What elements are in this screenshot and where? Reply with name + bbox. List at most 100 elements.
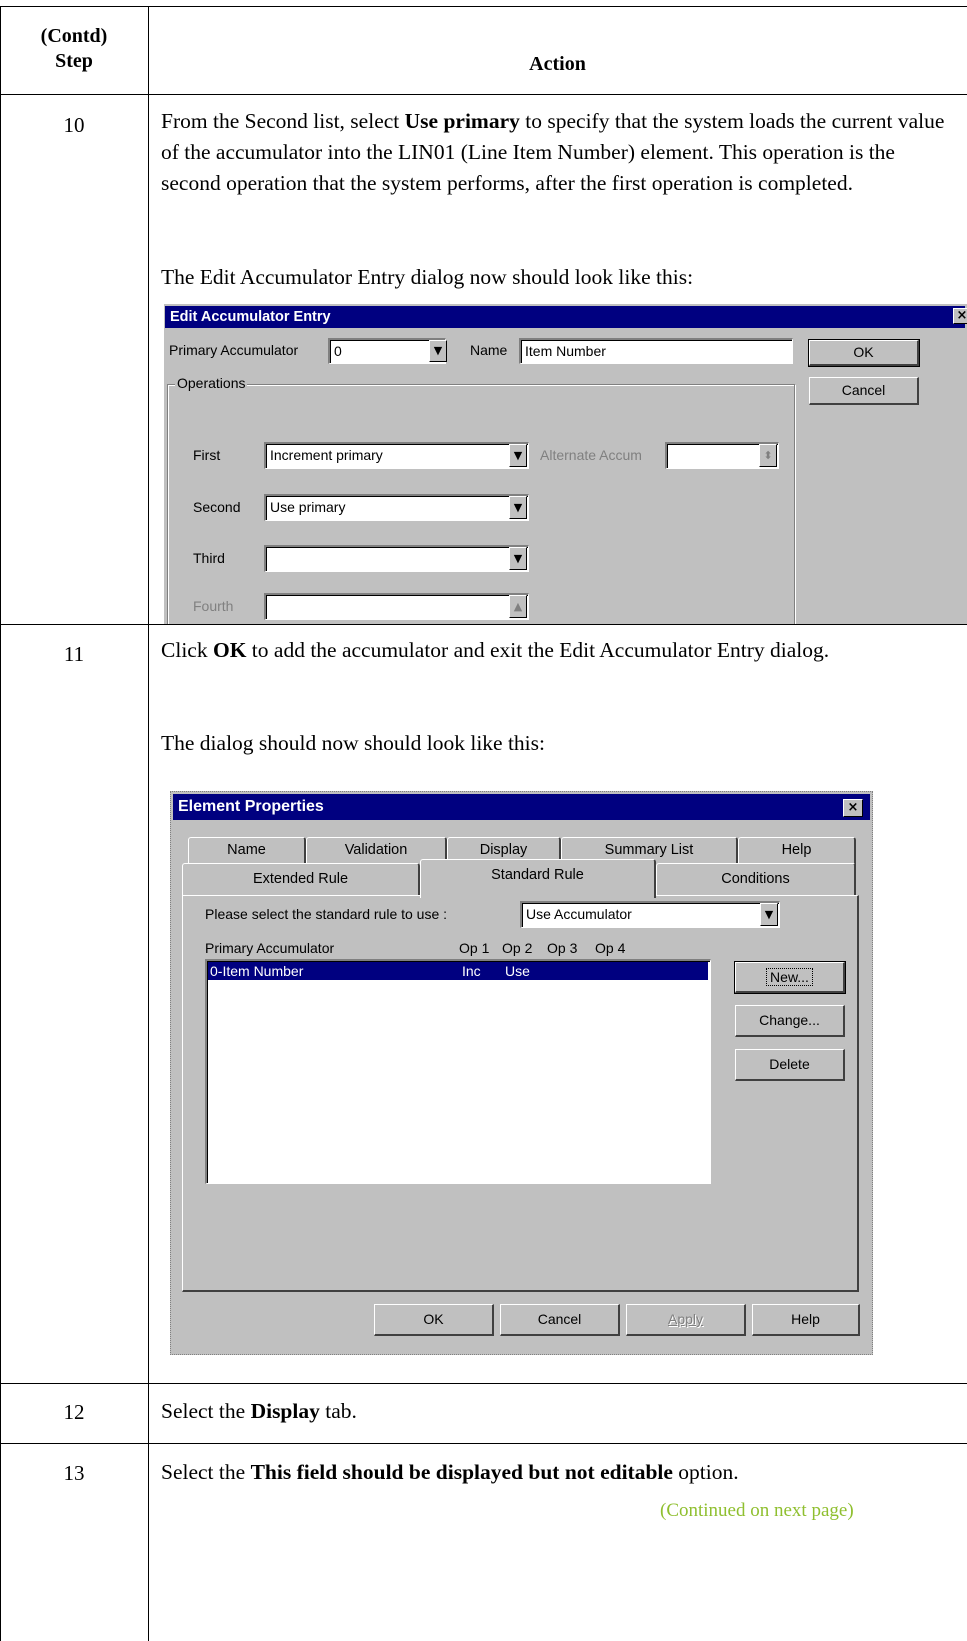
cancel-label: Cancel <box>537 1311 582 1327</box>
action-column-header: Action <box>529 53 586 75</box>
tab-standard-rule[interactable]: Standard Rule <box>420 859 656 898</box>
third-label: Third <box>193 550 225 566</box>
name-value: Item Number <box>525 343 606 359</box>
chevron-down-icon[interactable]: ▲ <box>509 595 527 618</box>
step-header-line2: Step <box>55 50 93 72</box>
row-op1: Inc <box>462 963 481 979</box>
instruction-emphasis: This field should be displayed but not e… <box>250 1460 673 1484</box>
fourth-label: Fourth <box>193 598 234 614</box>
instruction-text: tab. <box>319 1399 357 1423</box>
name-label: Name <box>470 342 508 358</box>
change-button[interactable]: Change... <box>735 1005 845 1037</box>
step-header-line1: (Contd) <box>40 25 108 47</box>
rule-select[interactable]: Use Accumulator <box>520 901 780 928</box>
ok-label: OK <box>423 1311 444 1327</box>
dialog-title-bar: Element Properties <box>173 794 870 820</box>
step-instruction: From the Second list, select Use primary… <box>161 106 951 199</box>
second-operation-field[interactable]: Use primary <box>264 494 529 521</box>
new-button[interactable]: New... <box>734 961 846 994</box>
column-header-primary-accumulator: Primary Accumulator <box>205 940 335 956</box>
cancel-button[interactable]: Cancel <box>500 1304 620 1336</box>
ok-button[interactable]: OK <box>374 1304 494 1336</box>
step-followup: The Edit Accumulator Entry dialog now sh… <box>161 265 694 289</box>
row-name: 0-Item Number <box>210 963 304 979</box>
column-header-op3: Op 3 <box>547 940 578 956</box>
primary-accumulator-value: 0 <box>334 343 342 359</box>
step-number: 11 <box>63 642 85 666</box>
instruction-text: Select the <box>161 1399 251 1423</box>
ok-button[interactable]: OK <box>808 339 920 367</box>
edit-accumulator-dialog: Edit Accumulator Entry × Primary Accumul… <box>163 304 967 624</box>
table-column-divider <box>148 6 149 1641</box>
ok-label: OK <box>853 344 874 360</box>
spinner-icon[interactable]: ⬍ <box>759 444 777 467</box>
new-label: New... <box>766 968 813 986</box>
step-number: 10 <box>63 113 85 137</box>
header-bottom-border <box>0 94 967 95</box>
instruction-emphasis: Display <box>250 1399 320 1423</box>
list-item[interactable]: 0-Item Number Inc Use <box>208 962 708 980</box>
tab-label: Extended Rule <box>252 871 349 887</box>
instruction-text: Select the <box>161 1460 251 1484</box>
tab-label: Name <box>227 842 266 858</box>
instruction-text: Click <box>161 638 213 662</box>
operations-label: Operations <box>175 375 248 391</box>
first-label: First <box>193 447 221 463</box>
close-icon[interactable]: × <box>953 308 967 324</box>
step-number: 12 <box>63 1400 85 1424</box>
step-instruction: Select the Display tab. <box>161 1396 951 1427</box>
element-properties-dialog: Element Properties × Name Validation Dis… <box>170 791 873 1355</box>
alternate-accum-label: Alternate Accum <box>540 447 642 463</box>
second-operation-value: Use primary <box>270 499 346 515</box>
second-label: Second <box>193 499 241 515</box>
column-header-op4: Op 4 <box>595 940 626 956</box>
change-label: Change... <box>759 1012 820 1028</box>
chevron-down-icon[interactable]: ▼ <box>509 496 527 519</box>
first-operation-field[interactable]: Increment primary <box>264 442 529 469</box>
step-number: 13 <box>63 1461 85 1485</box>
apply-button[interactable]: Apply <box>626 1304 746 1336</box>
help-button[interactable]: Help <box>752 1304 860 1336</box>
tab-label: Validation <box>344 842 408 858</box>
apply-label: Apply <box>667 1311 704 1327</box>
rule-select-value: Use Accumulator <box>526 906 632 922</box>
delete-button[interactable]: Delete <box>735 1049 845 1081</box>
dialog-title-bar: Edit Accumulator Entry <box>165 306 965 328</box>
help-label: Help <box>791 1311 820 1327</box>
continued-note: (Continued on next page) <box>660 1500 854 1521</box>
tab-label: Help <box>781 842 812 858</box>
first-operation-value: Increment primary <box>270 447 383 463</box>
primary-accumulator-label: Primary Accumulator <box>169 342 299 358</box>
fourth-operation-field[interactable] <box>264 593 529 620</box>
rule-select-label: Please select the standard rule to use : <box>205 906 448 922</box>
accumulator-list[interactable]: 0-Item Number Inc Use <box>205 959 711 1184</box>
tab-extended-rule[interactable]: Extended Rule <box>182 863 420 897</box>
column-header-op1: Op 1 <box>459 940 490 956</box>
tab-label: Display <box>479 842 528 858</box>
table-left-border <box>0 6 1 1641</box>
instruction-emphasis: Use primary <box>404 109 520 133</box>
step-followup: The dialog should now should look like t… <box>161 731 545 755</box>
cancel-label: Cancel <box>841 382 886 398</box>
tab-label: Conditions <box>721 871 790 887</box>
chevron-down-icon[interactable]: ▼ <box>429 340 447 362</box>
row-11-bottom-border <box>0 1383 967 1384</box>
table-top-border <box>0 6 967 7</box>
chevron-down-icon[interactable]: ▼ <box>509 444 527 467</box>
name-field[interactable]: Item Number <box>519 338 793 364</box>
column-header-op2: Op 2 <box>502 940 533 956</box>
delete-label: Delete <box>769 1056 810 1072</box>
chevron-down-icon[interactable]: ▼ <box>509 547 527 570</box>
close-icon[interactable]: × <box>843 799 863 817</box>
row-op2: Use <box>505 963 530 979</box>
instruction-text: option. <box>672 1460 739 1484</box>
row-12-bottom-border <box>0 1443 967 1444</box>
step-column-header: (Contd) Step <box>0 24 148 74</box>
dialog-title: Edit Accumulator Entry <box>170 309 331 325</box>
dialog-title: Element Properties <box>178 798 324 815</box>
instruction-emphasis: OK <box>212 638 247 662</box>
tab-conditions[interactable]: Conditions <box>656 863 856 897</box>
third-operation-field[interactable] <box>264 545 529 572</box>
cancel-button[interactable]: Cancel <box>809 377 919 405</box>
chevron-down-icon[interactable]: ▼ <box>760 903 778 926</box>
